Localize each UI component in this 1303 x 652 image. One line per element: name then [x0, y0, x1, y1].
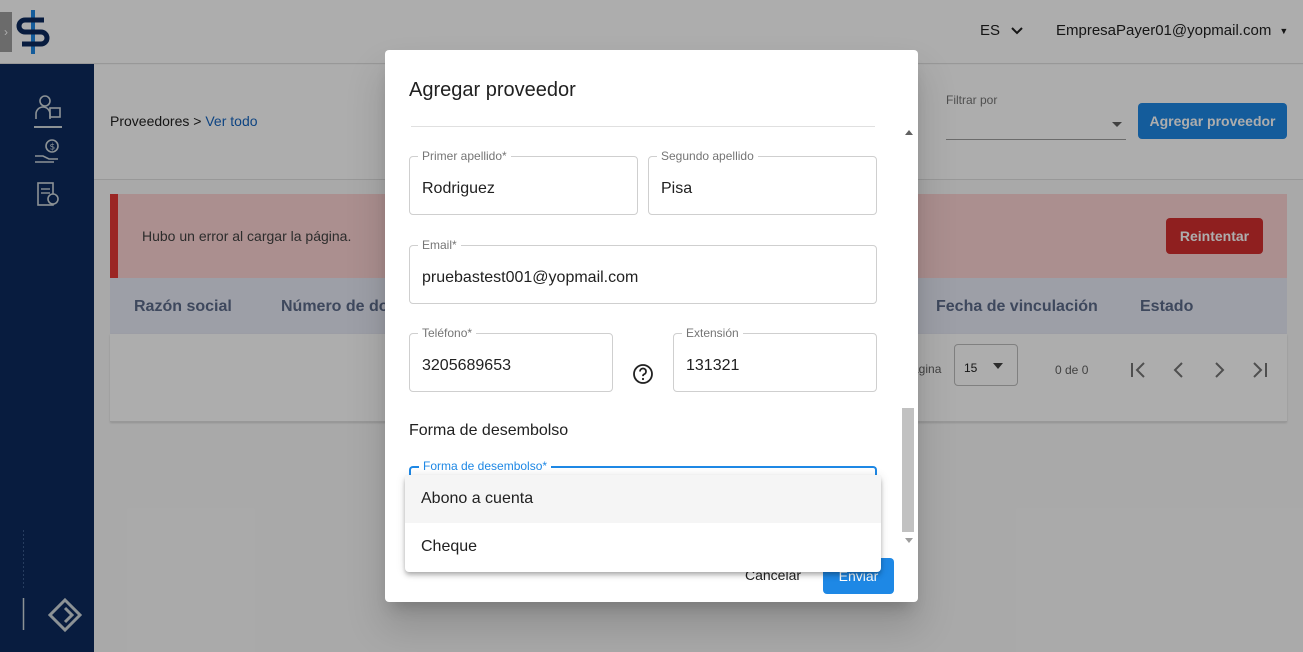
phone-label: Teléfono*: [418, 326, 477, 340]
phone-field[interactable]: Teléfono* 3205689653: [409, 326, 613, 392]
first-lastname-label: Primer apellido*: [418, 149, 511, 163]
option-check[interactable]: Cheque: [405, 523, 881, 571]
scroll-up-arrow-icon[interactable]: [905, 130, 913, 135]
option-account-deposit[interactable]: Abono a cuenta: [405, 475, 881, 523]
disbursement-options-panel: Abono a cuenta Cheque: [405, 475, 881, 572]
divider: [411, 126, 875, 127]
phone-value: 3205689653: [422, 357, 511, 374]
first-lastname-value: Rodriguez: [422, 180, 495, 197]
dialog-title: Agregar proveedor: [409, 79, 576, 101]
first-lastname-field[interactable]: Primer apellido* Rodriguez: [409, 149, 638, 215]
scrollbar-thumb[interactable]: [902, 408, 914, 532]
email-field[interactable]: Email* pruebastest001@yopmail.com: [409, 238, 877, 304]
disbursement-select-label: Forma de desembolso*: [419, 459, 552, 473]
extension-label: Extensión: [682, 326, 743, 340]
help-icon[interactable]: [632, 363, 654, 385]
extension-value: 131321: [686, 357, 740, 374]
second-lastname-value: Pisa: [661, 180, 693, 197]
disbursement-section-title: Forma de desembolso: [409, 422, 569, 439]
second-lastname-field[interactable]: Segundo apellido Pisa: [648, 149, 877, 215]
extension-field[interactable]: Extensión 131321: [673, 326, 877, 392]
second-lastname-label: Segundo apellido: [657, 149, 758, 163]
email-label: Email*: [418, 238, 461, 252]
email-value: pruebastest001@yopmail.com: [422, 269, 639, 286]
scroll-down-arrow-icon[interactable]: [905, 538, 913, 543]
